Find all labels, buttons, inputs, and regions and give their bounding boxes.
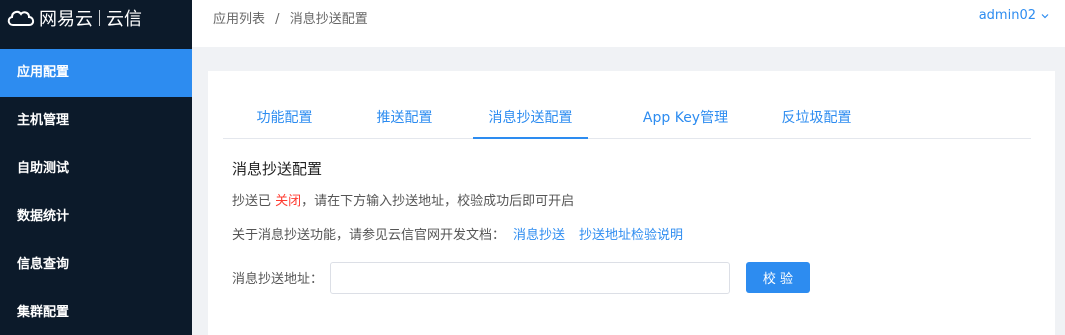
- doc-link-address-check[interactable]: 抄送地址检验说明: [579, 228, 683, 243]
- top-header: 应用列表 / 消息抄送配置 admin02: [192, 0, 1065, 47]
- content-card: 功能配置 推送配置 消息抄送配置 App Key管理 反垃圾配置 消息抄送配置 …: [208, 71, 1055, 335]
- cc-address-label: 消息抄送地址：: [232, 272, 324, 287]
- tab-message-cc-config[interactable]: 消息抄送配置: [473, 101, 588, 139]
- tab-push-config[interactable]: 推送配置: [367, 101, 442, 139]
- sidebar-item-info-query[interactable]: 信息查询: [0, 241, 192, 289]
- tab-bar: 功能配置 推送配置 消息抄送配置 App Key管理 反垃圾配置: [223, 101, 1031, 139]
- user-name: admin02: [978, 8, 1036, 23]
- sidebar-item-cluster-config[interactable]: 集群配置: [0, 289, 192, 335]
- sidebar-item-self-test[interactable]: 自助测试: [0, 145, 192, 193]
- breadcrumb-current: 消息抄送配置: [289, 12, 368, 27]
- brand-name: 网易云: [39, 8, 93, 30]
- status-badge: 关闭: [275, 194, 302, 209]
- doc-reference-text: 关于消息抄送功能，请参见云信官网开发文档：: [232, 228, 506, 243]
- cc-status-line: 抄送已 关闭，请在下方输入抄送地址，校验成功后即可开启: [232, 190, 574, 209]
- user-menu[interactable]: admin02: [979, 8, 1049, 23]
- cc-address-input[interactable]: [330, 262, 730, 294]
- tab-appkey-management[interactable]: App Key管理: [633, 101, 738, 139]
- section-title: 消息抄送配置: [232, 160, 323, 178]
- tab-antispam-config[interactable]: 反垃圾配置: [779, 101, 854, 139]
- doc-reference-line: 关于消息抄送功能，请参见云信官网开发文档： 消息抄送 抄送地址检验说明: [232, 224, 683, 243]
- brand-logo[interactable]: 网易云 云信: [0, 0, 192, 35]
- status-suffix: ，请在下方输入抄送地址，校验成功后即可开启: [301, 194, 575, 209]
- breadcrumb-app-list[interactable]: 应用列表: [213, 12, 265, 27]
- breadcrumb-separator: /: [275, 12, 280, 27]
- brand-product: 云信: [106, 8, 142, 30]
- sidebar-nav: 应用配置 主机管理 自助测试 数据统计 信息查询 集群配置: [0, 49, 192, 335]
- sidebar-item-app-config[interactable]: 应用配置: [0, 49, 192, 97]
- cloud-logo-icon: [7, 10, 35, 26]
- sidebar: 网易云 云信 应用配置 主机管理 自助测试 数据统计 信息查询 集群配置: [0, 0, 192, 335]
- chevron-down-icon: [1041, 13, 1049, 18]
- doc-link-message-cc[interactable]: 消息抄送: [513, 228, 565, 243]
- tab-feature-config[interactable]: 功能配置: [247, 101, 322, 139]
- brand-divider: [99, 9, 100, 26]
- sidebar-item-host-management[interactable]: 主机管理: [0, 97, 192, 145]
- sidebar-item-statistics[interactable]: 数据统计: [0, 193, 192, 241]
- breadcrumb: 应用列表 / 消息抄送配置: [213, 8, 368, 27]
- verify-button[interactable]: 校 验: [746, 262, 810, 293]
- status-prefix: 抄送已: [232, 194, 276, 209]
